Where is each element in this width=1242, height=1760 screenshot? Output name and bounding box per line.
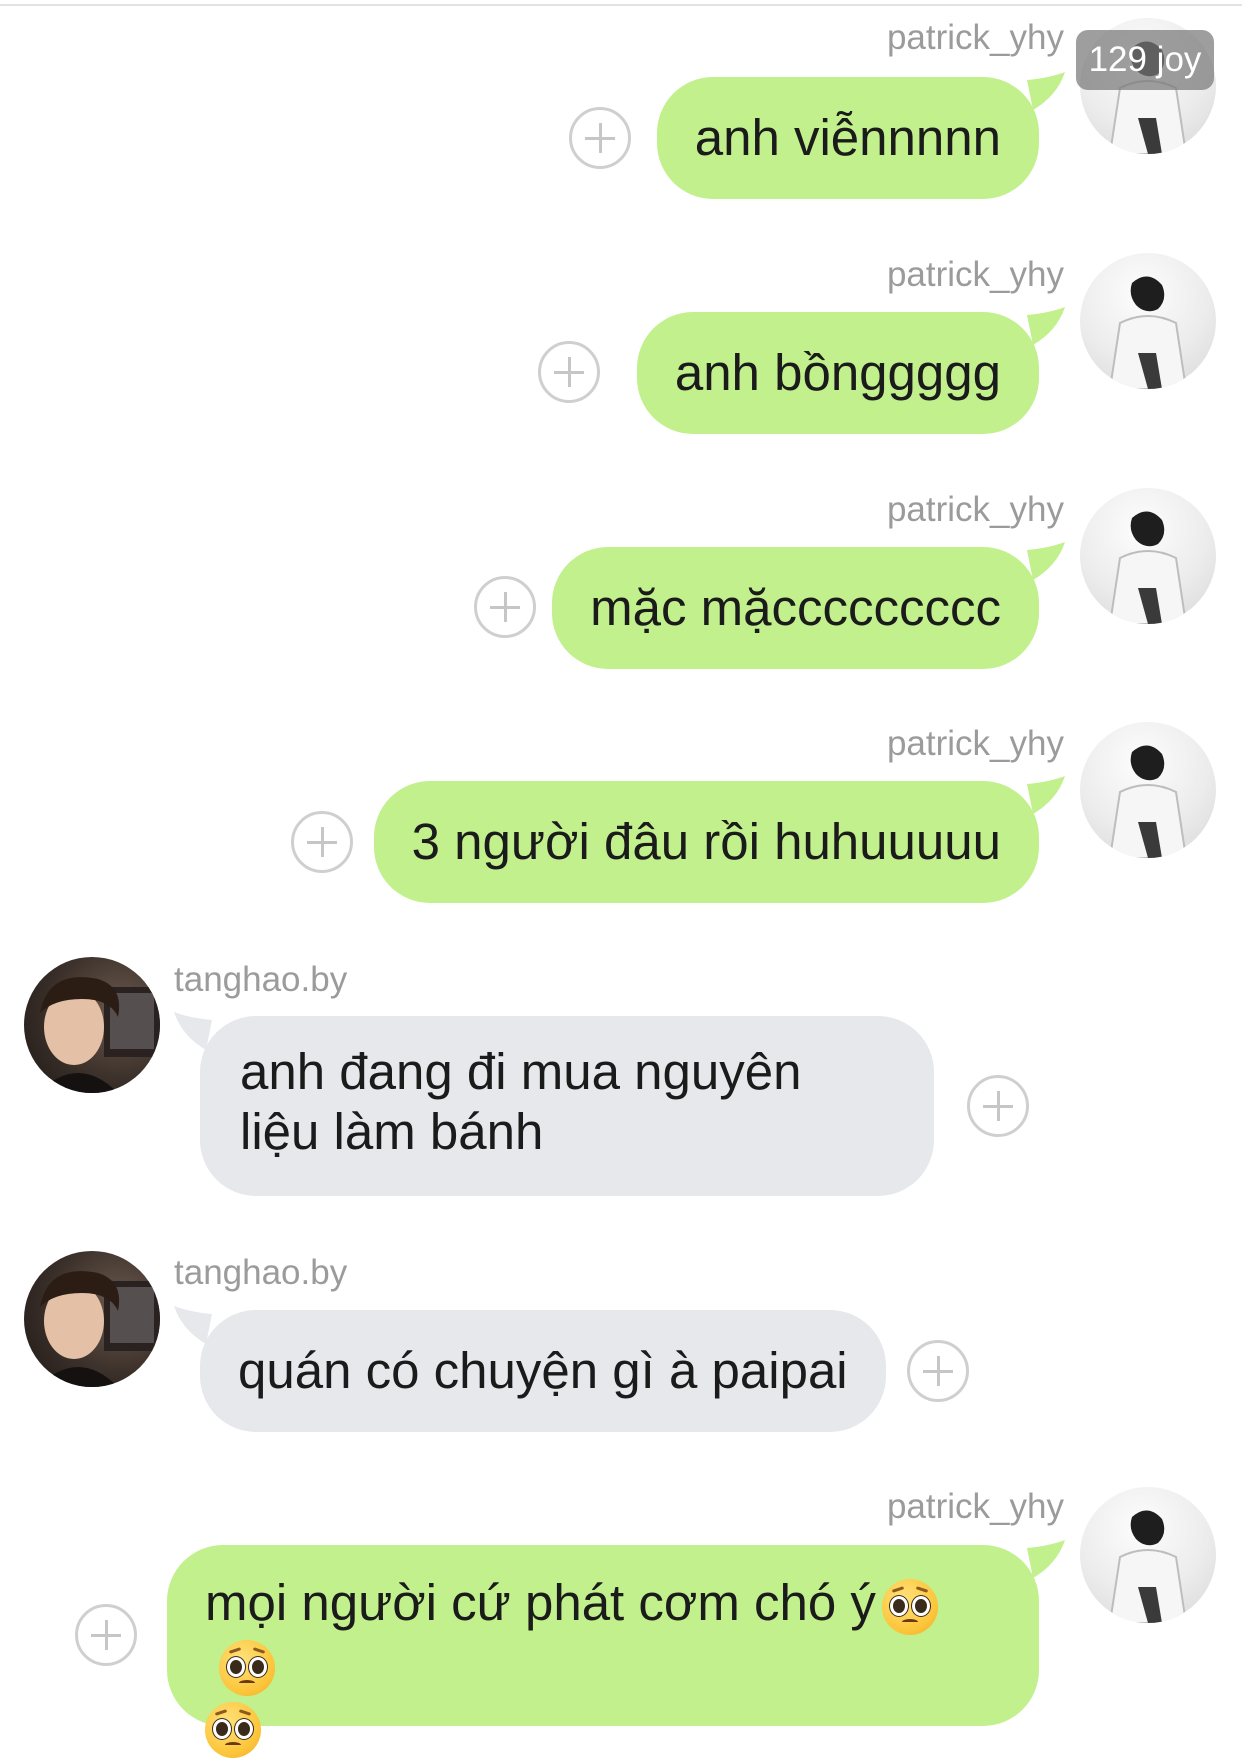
sender-name: tanghao.by [174, 1253, 348, 1292]
plus-circle-icon[interactable] [75, 1604, 137, 1666]
message-text: anh viễnnnnn [694, 109, 1001, 166]
bubble-tail [1027, 1540, 1065, 1578]
plus-circle-icon[interactable] [569, 107, 631, 169]
plus-circle-icon[interactable] [967, 1075, 1029, 1137]
plus-circle-icon[interactable] [291, 811, 353, 873]
bubble-tail [1027, 542, 1065, 580]
bubble-tail [1027, 776, 1065, 814]
message-bubble-outgoing[interactable]: mọi người cứ phát cơm chó ý [167, 1545, 1039, 1758]
sender-name: patrick_yhy [886, 1487, 1064, 1526]
message-text: mọi người cứ phát cơm chó ý [205, 1574, 876, 1631]
sender-name: tanghao.by [174, 960, 348, 999]
avatar-tanghao[interactable] [24, 957, 160, 1093]
pleading-face-emoji-icon [219, 1640, 275, 1697]
bubble-tail [1027, 307, 1065, 345]
message-text: anh bồnggggg [674, 344, 1001, 401]
message-bubble-outgoing[interactable]: 3 người đâu rồi huhuuuuu [373, 781, 1039, 903]
top-divider [0, 4, 1242, 6]
message-text: mặc mặccccccccc [590, 579, 1001, 636]
message-bubble-incoming[interactable]: quán có chuyện gì à paipai [200, 1310, 886, 1432]
sender-name: patrick_yhy [886, 255, 1064, 294]
pleading-face-emoji-icon [881, 1578, 938, 1635]
plus-circle-icon[interactable] [907, 1340, 969, 1402]
message-bubble-outgoing[interactable]: anh viễnnnnn [656, 77, 1039, 199]
message-text: quán có chuyện gì à paipai [238, 1342, 848, 1399]
pleading-face-emoji-icon [205, 1701, 261, 1758]
avatar-patrick[interactable] [1080, 1487, 1216, 1623]
message-bubble-outgoing[interactable]: mặc mặccccccccc [552, 547, 1039, 669]
message-bubble-incoming[interactable]: anh đang đi mua nguyên liệu làm bánh [200, 1016, 934, 1196]
avatar-patrick[interactable] [1080, 253, 1216, 389]
sender-name: patrick_yhy [886, 724, 1064, 763]
message-text: 3 người đâu rồi huhuuuuu [411, 813, 1001, 870]
message-text: anh đang đi mua nguyên liệu làm bánh [240, 1043, 802, 1160]
sender-name: patrick_yhy [886, 490, 1064, 529]
plus-circle-icon[interactable] [474, 576, 536, 638]
plus-circle-icon[interactable] [538, 341, 600, 403]
message-bubble-outgoing[interactable]: anh bồnggggg [636, 312, 1039, 434]
avatar-tanghao[interactable] [24, 1251, 160, 1387]
avatar-patrick[interactable] [1080, 722, 1216, 858]
bubble-tail [1027, 72, 1065, 110]
avatar-patrick[interactable] [1080, 488, 1216, 624]
joy-counter-badge: 129 joy [1076, 30, 1214, 90]
sender-name: patrick_yhy [886, 18, 1064, 57]
